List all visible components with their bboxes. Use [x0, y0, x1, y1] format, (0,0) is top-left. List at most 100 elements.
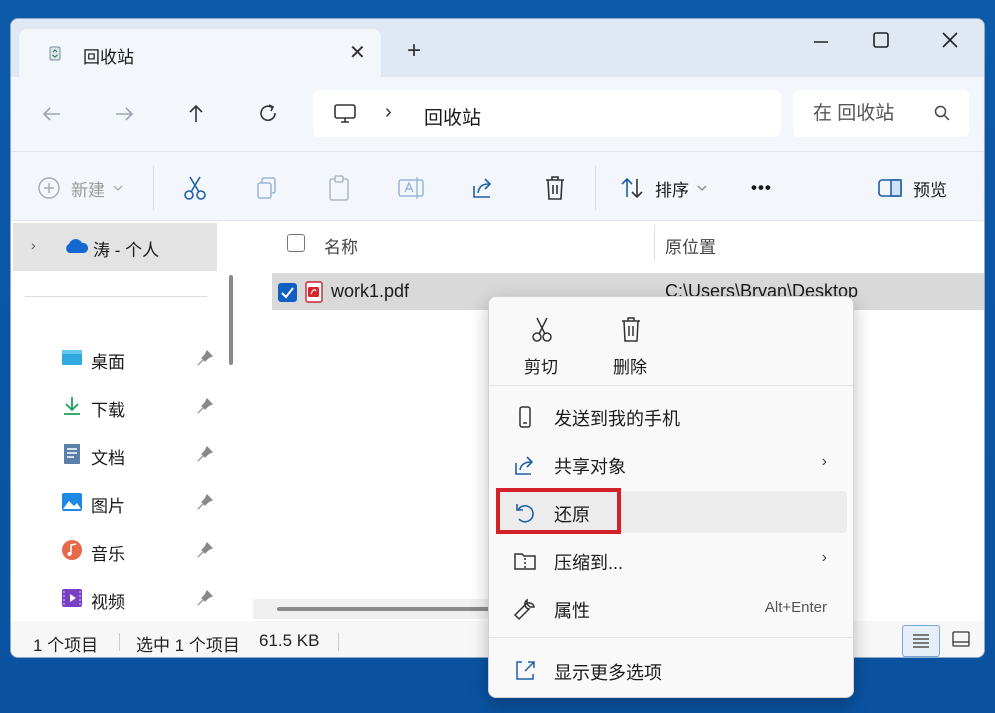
- details-view-button[interactable]: [902, 625, 940, 657]
- menu-item-compress[interactable]: 压缩到... ›: [497, 539, 847, 581]
- new-label: 新建: [71, 180, 105, 200]
- sidebar-item-label: 桌面: [91, 353, 125, 372]
- toolbar-divider: [595, 166, 596, 210]
- copy-icon[interactable]: [254, 174, 280, 202]
- add-circle-icon: [38, 177, 60, 199]
- delete-menu-button[interactable]: 删除: [600, 315, 660, 379]
- music-icon: [62, 540, 82, 560]
- menu-item-label: 压缩到...: [554, 553, 624, 573]
- menu-item-label: 发送到我的手机: [554, 409, 680, 429]
- menu-item-show-more-options[interactable]: 显示更多选项: [497, 649, 847, 691]
- cut-menu-button[interactable]: 剪切: [511, 315, 571, 379]
- close-icon: [942, 32, 958, 48]
- new-button[interactable]: 新建: [37, 174, 125, 202]
- breadcrumb-chevron-icon[interactable]: ›: [385, 101, 392, 124]
- pin-icon: [197, 446, 213, 462]
- select-all-checkbox[interactable]: [287, 234, 305, 252]
- close-window-button[interactable]: [931, 29, 971, 59]
- more-options-button[interactable]: •••: [751, 174, 772, 202]
- chevron-right-icon: ›: [821, 549, 827, 566]
- desktop-icon: [62, 350, 82, 365]
- sort-button[interactable]: 排序: [619, 174, 709, 202]
- chevron-down-icon: [697, 185, 707, 191]
- pictures-icon: [62, 493, 82, 511]
- menu-divider: [489, 637, 853, 638]
- details-view-icon: [913, 634, 929, 648]
- tiles-view-button[interactable]: [943, 625, 981, 657]
- search-input[interactable]: [813, 102, 913, 126]
- sidebar-item-music[interactable]: 音乐: [11, 531, 223, 571]
- column-divider[interactable]: [654, 225, 655, 261]
- computer-icon: [334, 104, 356, 123]
- minimize-icon: [814, 41, 828, 43]
- menu-divider: [489, 385, 853, 386]
- sidebar-item-videos[interactable]: 视频: [11, 579, 223, 619]
- search-box[interactable]: [793, 90, 969, 137]
- sidebar-item-documents[interactable]: 文档: [11, 435, 223, 475]
- maximize-button[interactable]: [861, 29, 901, 59]
- title-bar: 回收站 ✕ +: [11, 19, 984, 77]
- share-icon[interactable]: [470, 174, 496, 202]
- tab-recycle-bin[interactable]: 回收站 ✕: [19, 29, 381, 77]
- maximize-icon: [873, 32, 889, 48]
- forward-arrow-icon[interactable]: [111, 101, 137, 127]
- sidebar-item-desktop[interactable]: 桌面: [11, 339, 223, 379]
- menu-item-share[interactable]: 共享对象 ›: [497, 443, 847, 485]
- breadcrumb-recycle-bin[interactable]: 回收站: [424, 103, 481, 130]
- chevron-right-icon: ›: [821, 453, 827, 470]
- tiles-view-icon: [952, 631, 970, 647]
- menu-item-properties[interactable]: 属性 Alt+Enter: [497, 587, 847, 629]
- tab-close-icon[interactable]: ✕: [349, 40, 366, 65]
- onedrive-cloud-icon: [66, 239, 89, 253]
- paste-icon[interactable]: [326, 174, 352, 202]
- trash-icon[interactable]: [542, 174, 568, 202]
- file-name: work1.pdf: [331, 281, 410, 301]
- minimize-button[interactable]: [801, 29, 841, 59]
- pin-icon: [197, 542, 213, 558]
- column-header-name[interactable]: 名称: [324, 233, 358, 258]
- phone-icon: [519, 406, 531, 428]
- preview-label: 预览: [913, 180, 947, 200]
- search-icon[interactable]: [933, 104, 951, 122]
- sidebar-item-pictures[interactable]: 图片: [11, 483, 223, 523]
- up-arrow-icon[interactable]: [183, 101, 209, 127]
- zip-folder-icon: [514, 553, 536, 570]
- row-checkbox[interactable]: [278, 283, 297, 302]
- cut-scissors-icon[interactable]: [182, 174, 208, 202]
- sidebar-item-onedrive[interactable]: › 涛 - 个人: [13, 223, 217, 271]
- rename-icon[interactable]: [397, 174, 425, 202]
- checkmark-icon: [281, 287, 294, 299]
- horizontal-scrollbar[interactable]: [277, 607, 497, 611]
- column-header-original-location[interactable]: 原位置: [665, 233, 716, 258]
- address-box[interactable]: › 回收站: [313, 90, 781, 137]
- sidebar-item-downloads[interactable]: 下载: [11, 387, 223, 427]
- navigation-pane: › 涛 - 个人 桌面 下载 文档 图片 音乐 视频: [11, 221, 245, 621]
- sidebar-item-label: 涛 - 个人: [93, 241, 160, 260]
- command-bar: 新建 排序 ••• 预览: [11, 151, 984, 221]
- menu-shortcut: Alt+Enter: [764, 599, 827, 616]
- sidebar-item-label: 文档: [91, 449, 125, 468]
- chevron-right-icon[interactable]: ›: [31, 237, 36, 253]
- highlight-annotation-box: [496, 488, 621, 534]
- back-arrow-icon[interactable]: [39, 101, 65, 127]
- refresh-icon[interactable]: [255, 101, 281, 127]
- new-tab-button[interactable]: +: [407, 39, 421, 63]
- preview-button[interactable]: 预览: [877, 174, 947, 202]
- status-size: 61.5 KB: [259, 631, 320, 650]
- cut-label: 剪切: [524, 358, 558, 377]
- toolbar-divider: [153, 166, 154, 210]
- trash-icon: [622, 317, 640, 342]
- status-item-count: 1 个项目: [33, 636, 99, 655]
- menu-item-send-to-phone[interactable]: 发送到我的手机: [497, 395, 847, 437]
- pin-icon: [197, 590, 213, 606]
- sidebar-scrollbar[interactable]: [229, 275, 233, 365]
- menu-item-label: 共享对象: [554, 457, 626, 477]
- sort-icon: [621, 177, 643, 199]
- share-icon: [515, 456, 534, 475]
- menu-item-label: 属性: [554, 601, 590, 621]
- documents-icon: [64, 444, 80, 464]
- sort-label: 排序: [655, 180, 689, 200]
- sidebar-item-label: 音乐: [91, 545, 125, 564]
- pdf-file-icon: [305, 281, 323, 303]
- delete-label: 删除: [613, 358, 647, 377]
